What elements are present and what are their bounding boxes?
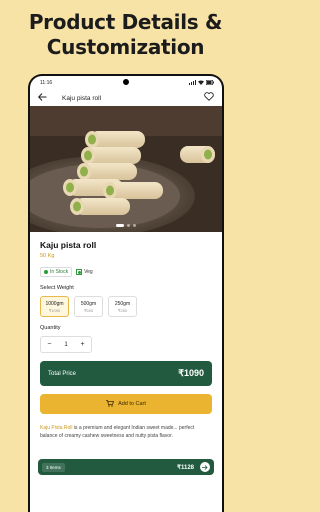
cart-total: ₹1128 xyxy=(177,464,194,471)
product-details: Kaju pista roll 50 Kg In Stock Veg Selec… xyxy=(30,232,222,440)
product-description: Kaju Pista Roll is a premium and elegant… xyxy=(40,424,212,440)
weight-option-250gm[interactable]: 250gm ₹280 xyxy=(108,296,137,317)
add-to-cart-button[interactable]: Add to Cart xyxy=(40,394,212,414)
product-image-carousel[interactable] xyxy=(30,106,222,232)
headline-line-1: Product Details & xyxy=(28,10,223,34)
phone-frame: 11:16 Kaju pista roll Kaju pista roll 50… xyxy=(28,74,224,512)
signal-icon xyxy=(189,79,196,87)
camera-cutout xyxy=(123,79,129,85)
weight-option-500gm[interactable]: 500gm ₹555 xyxy=(74,296,103,317)
quantity-value: 1 xyxy=(64,341,68,348)
heart-icon[interactable] xyxy=(204,92,214,104)
cart-summary-bar[interactable]: 3 Items ₹1128 xyxy=(38,459,214,475)
weight-option-1000gm[interactable]: 1000gm ₹1090 xyxy=(40,296,69,317)
cart-icon xyxy=(106,399,115,409)
quantity-stepper: − 1 + xyxy=(40,336,92,353)
carousel-dot[interactable] xyxy=(127,224,130,227)
stock-dot-icon xyxy=(44,270,48,274)
plus-button[interactable]: + xyxy=(80,341,84,348)
product-image xyxy=(30,106,222,232)
headline-line-2: Customization xyxy=(46,35,205,59)
battery-icon xyxy=(206,79,214,87)
app-bar: Kaju pista roll xyxy=(30,90,222,106)
status-bar: 11:16 xyxy=(30,76,222,90)
veg-icon xyxy=(76,269,83,275)
carousel-dot[interactable] xyxy=(116,224,124,227)
carousel-dots xyxy=(30,224,222,227)
total-price-card: Total Price ₹1090 xyxy=(40,361,212,386)
select-weight-label: Select Weight xyxy=(40,285,74,291)
veg-badge: Veg xyxy=(76,269,93,275)
description-highlight: Kaju Pista Roll xyxy=(40,425,73,431)
back-arrow-icon[interactable] xyxy=(38,92,52,104)
product-weight: 50 Kg xyxy=(40,253,55,259)
headline: Product Details & Customization xyxy=(0,10,251,60)
stock-badge: In Stock xyxy=(40,267,73,277)
quantity-label: Quantity xyxy=(40,325,61,331)
product-name: Kaju pista roll xyxy=(40,240,97,250)
carousel-dot[interactable] xyxy=(133,224,136,227)
cart-item-count: 3 Items xyxy=(42,462,65,472)
total-price-value: ₹1090 xyxy=(178,368,204,378)
phone-screen: 11:16 Kaju pista roll Kaju pista roll 50… xyxy=(30,76,222,512)
arrow-right-icon[interactable] xyxy=(200,462,210,472)
minus-button[interactable]: − xyxy=(47,341,51,348)
wifi-icon xyxy=(198,80,204,87)
app-bar-title: Kaju pista roll xyxy=(62,94,102,102)
total-price-label: Total Price xyxy=(48,370,77,377)
weight-options: 1000gm ₹1090 500gm ₹555 250gm ₹280 xyxy=(40,296,212,317)
status-time: 11:16 xyxy=(40,80,53,86)
